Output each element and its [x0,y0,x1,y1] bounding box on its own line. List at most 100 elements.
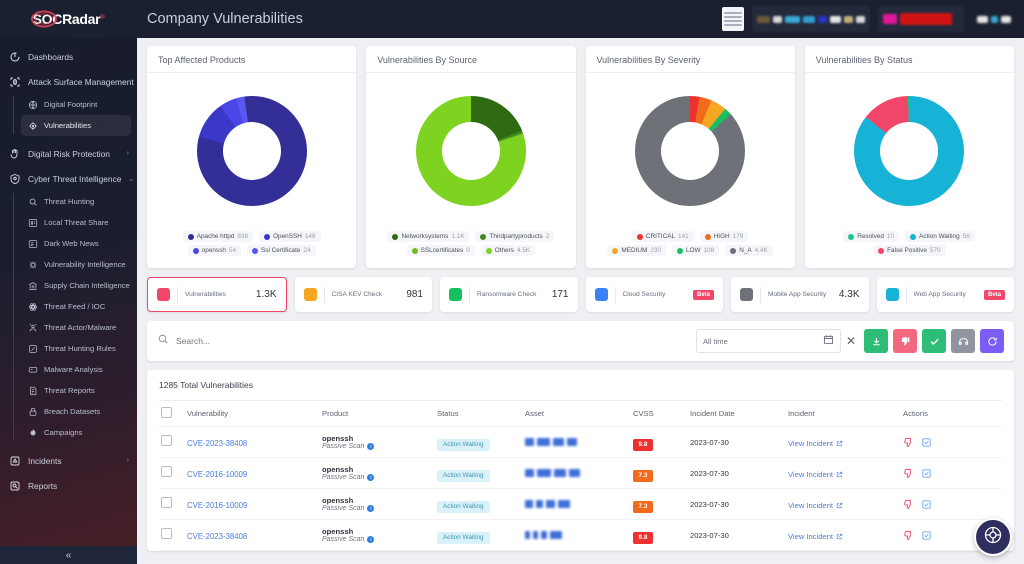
sidebar-item-breach-datasets[interactable]: Breach Datasets [21,401,131,422]
legend-item: Action Waiting 5K [905,231,976,242]
stat-card-ransomware-check[interactable]: Ransomware Check 171 [440,277,578,312]
stat-card-cisa-kev-check[interactable]: CISA KEV Check 981 [294,277,432,312]
cve-link[interactable]: CVE-2016-10009 [187,501,247,510]
sidebar-label: Threat Actor/Malware [44,323,117,332]
sidebar-item-dark-web-news[interactable]: Dark Web News [21,233,131,254]
column-header-incident-date[interactable]: Incident Date [688,400,786,427]
table-row[interactable]: CVE-2023-38408 openssh Passive Scan i Act… [159,426,1002,458]
cell-cvss: 9.8 [631,426,688,458]
column-header-vulnerability[interactable]: Vulnerability [185,400,320,427]
view-incident-link[interactable]: View Incident [788,501,843,510]
sidebar-item-digital-footprint[interactable]: Digital Footprint [21,94,131,115]
view-incident-link[interactable]: View Incident [788,470,843,479]
cell-status: Action Waiting [435,426,523,458]
row-checkbox[interactable] [161,435,172,446]
cell-status: Action Waiting [435,488,523,520]
row-checkbox[interactable] [161,497,172,508]
sidebar-item-malware-analysis[interactable]: Malware Analysis [21,359,131,380]
cell-cvss: 9.8 [631,519,688,551]
cvss-badge: 9.8 [633,531,653,544]
dislike-icon[interactable] [903,499,914,510]
dislike-icon[interactable] [903,468,914,479]
column-header-asset[interactable]: Asset [523,400,631,427]
donut-wrap [586,73,795,227]
info-icon[interactable]: i [367,443,375,451]
sidebar-item-reports[interactable]: Reports [0,473,137,498]
select-all-checkbox[interactable] [161,407,172,418]
news-icon [27,238,38,249]
donut-wrap [366,73,575,227]
export-button[interactable] [864,329,888,353]
dislike-button[interactable] [893,329,917,353]
sidebar-item-threat-hunting-rules[interactable]: Threat Hunting Rules [21,338,131,359]
table-row[interactable]: CVE-2016-10009 openssh Passive Scan i Act… [159,488,1002,520]
stat-card-vulnerabilities[interactable]: Vulnerabilities 1.3K [147,277,287,312]
edit-icon[interactable] [921,468,932,479]
sidebar-item-campaigns[interactable]: Campaigns [21,422,131,443]
dislike-icon[interactable] [903,530,914,541]
donut-chart-vulnerabilities-by-source [415,96,526,206]
cve-link[interactable]: CVE-2023-38408 [187,439,247,448]
view-incident-link[interactable]: View Incident [788,532,843,541]
sidebar-item-incidents[interactable]: Incidents › [0,448,137,473]
sidebar-item-cyber-threat-intelligence[interactable]: Cyber Threat Intelligence ⌄ [0,166,137,191]
sidebar-item-digital-risk-protection[interactable]: Digital Risk Protection › [0,141,137,166]
edit-icon[interactable] [921,530,932,541]
table-row[interactable]: CVE-2016-10009 openssh Passive Scan i Act… [159,457,1002,489]
malware-icon [27,364,38,375]
cve-link[interactable]: CVE-2016-10009 [187,470,247,479]
legend-item: OpenSSH 148 [259,231,321,242]
column-header-status[interactable]: Status [435,400,523,427]
edit-icon[interactable] [921,499,932,510]
sidebar-collapse-button[interactable]: « [0,546,137,564]
sidebar-item-threat-hunting[interactable]: Threat Hunting [21,191,131,212]
column-header-cvss[interactable]: CVSS [631,400,688,427]
sidebar-item-threat-reports[interactable]: Threat Reports [21,380,131,401]
calendar-icon[interactable] [823,332,834,350]
scan-type: Passive Scan i [322,536,433,544]
stat-card-web-app-security[interactable]: Web App Security Beta [876,277,1014,312]
table-row[interactable]: CVE-2023-38408 openssh Passive Scan i Act… [159,519,1002,551]
approve-button[interactable] [922,329,946,353]
product-name: openssh [322,526,354,536]
brand-logo[interactable]: SOCRadar® [0,0,137,38]
hand-shield-icon [8,147,21,160]
row-checkbox[interactable] [161,528,172,539]
clear-date-icon[interactable]: ✕ [846,334,856,348]
sidebar-item-supply-chain-intelligence[interactable]: Supply Chain Intelligence [21,275,131,296]
stat-card-cloud-security[interactable]: Cloud Security Beta [585,277,723,312]
asset-redacted [525,500,629,508]
divider [905,286,907,303]
column-header-incident[interactable]: Incident [786,400,901,427]
info-icon[interactable]: i [367,505,375,513]
sidebar-item-attack-surface-management[interactable]: Attack Surface Management ⌄ [0,69,137,94]
stat-card-mobile-app-security[interactable]: Mobile App Security 4.3K [731,277,869,312]
search-input[interactable] [176,336,688,346]
sidebar-item-threat-feed-ioc[interactable]: Threat Feed / IOC [21,296,131,317]
sidebar-item-threat-actor-malware[interactable]: Threat Actor/Malware [21,317,131,338]
chevron-right-icon: › [126,150,129,157]
app-body: Dashboards Attack Surface Management ⌄ D… [0,38,1024,564]
sidebar-item-dashboards[interactable]: Dashboards [0,44,137,69]
info-icon[interactable]: i [367,536,375,544]
date-range-filter[interactable]: All time [695,329,841,353]
view-incident-link[interactable]: View Incident [788,439,843,448]
cve-link[interactable]: CVE-2023-38408 [187,532,247,541]
refresh-button[interactable] [980,329,1004,353]
toolbar: All time ✕ [147,321,1014,361]
legend-item: Networksystems 1.1K [387,231,470,242]
sidebar-label: Threat Feed / IOC [44,302,106,311]
redacted-user-menu[interactable] [972,6,1016,32]
edit-icon[interactable] [921,437,932,448]
info-icon[interactable]: i [367,474,375,482]
help-support-button[interactable] [974,518,1012,556]
column-header-product[interactable]: Product [320,400,435,427]
row-checkbox[interactable] [161,466,172,477]
sidebar-item-local-threat-share[interactable]: Local Threat Share [21,212,131,233]
dislike-icon[interactable] [903,437,914,448]
mute-button[interactable] [951,329,975,353]
dashboard-icon [8,50,21,63]
sidebar-item-vulnerabilities[interactable]: Vulnerabilities [21,115,131,136]
sidebar-item-vulnerability-intelligence[interactable]: Vulnerability Intelligence [21,254,131,275]
search-box[interactable] [157,332,688,350]
